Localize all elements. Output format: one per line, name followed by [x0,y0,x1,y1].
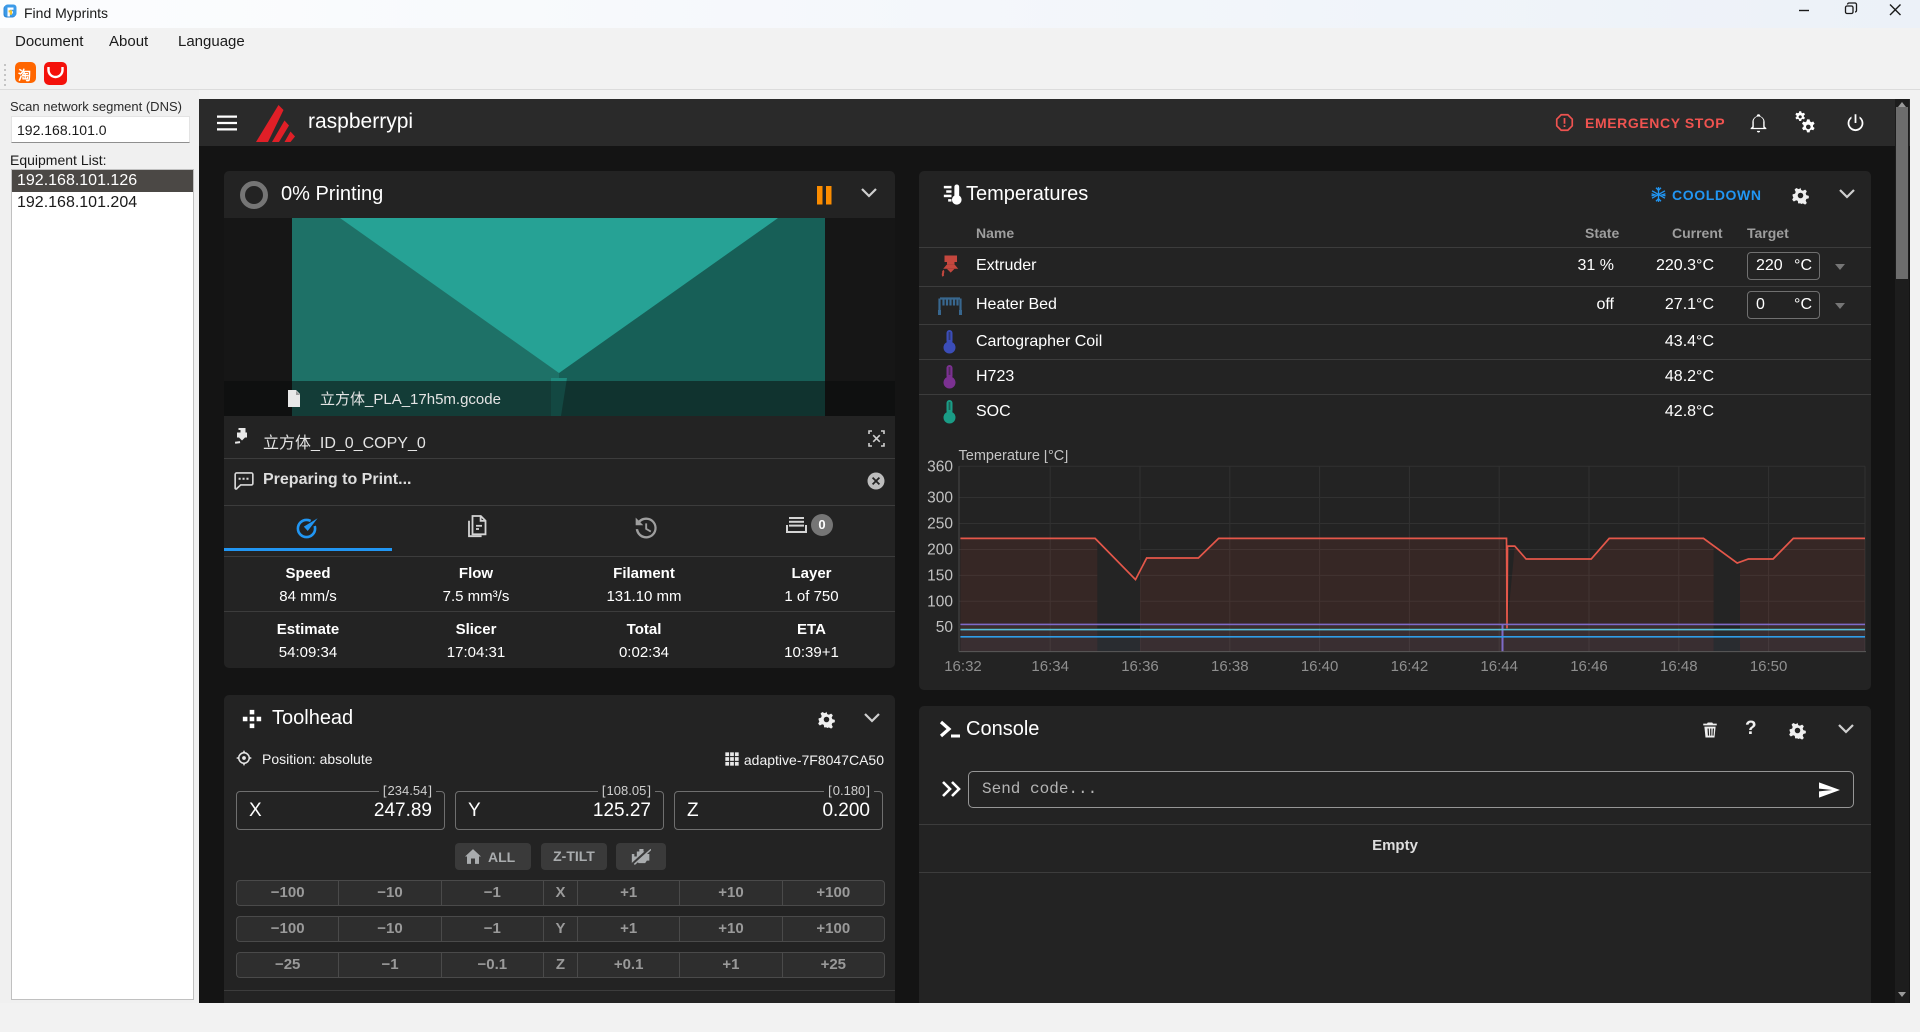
svg-text:16:38: 16:38 [1211,658,1249,675]
svg-text:100: 100 [927,594,953,611]
svg-text:16:44: 16:44 [1480,658,1518,675]
svg-text:16:50: 16:50 [1750,658,1788,675]
svg-text:200: 200 [927,542,953,559]
svg-text:300: 300 [927,490,953,507]
svg-text:16:48: 16:48 [1660,658,1698,675]
svg-text:16:42: 16:42 [1391,658,1429,675]
svg-text:16:46: 16:46 [1570,658,1608,675]
svg-text:16:32: 16:32 [944,658,982,675]
svg-text:16:34: 16:34 [1031,658,1069,675]
svg-text:150: 150 [927,568,953,585]
svg-text:16:36: 16:36 [1121,658,1159,675]
svg-text:16:40: 16:40 [1301,658,1339,675]
svg-text:Temperature [°C]: Temperature [°C] [959,450,1069,464]
svg-text:250: 250 [927,516,953,533]
svg-text:360: 360 [927,459,953,476]
svg-text:50: 50 [936,619,954,636]
